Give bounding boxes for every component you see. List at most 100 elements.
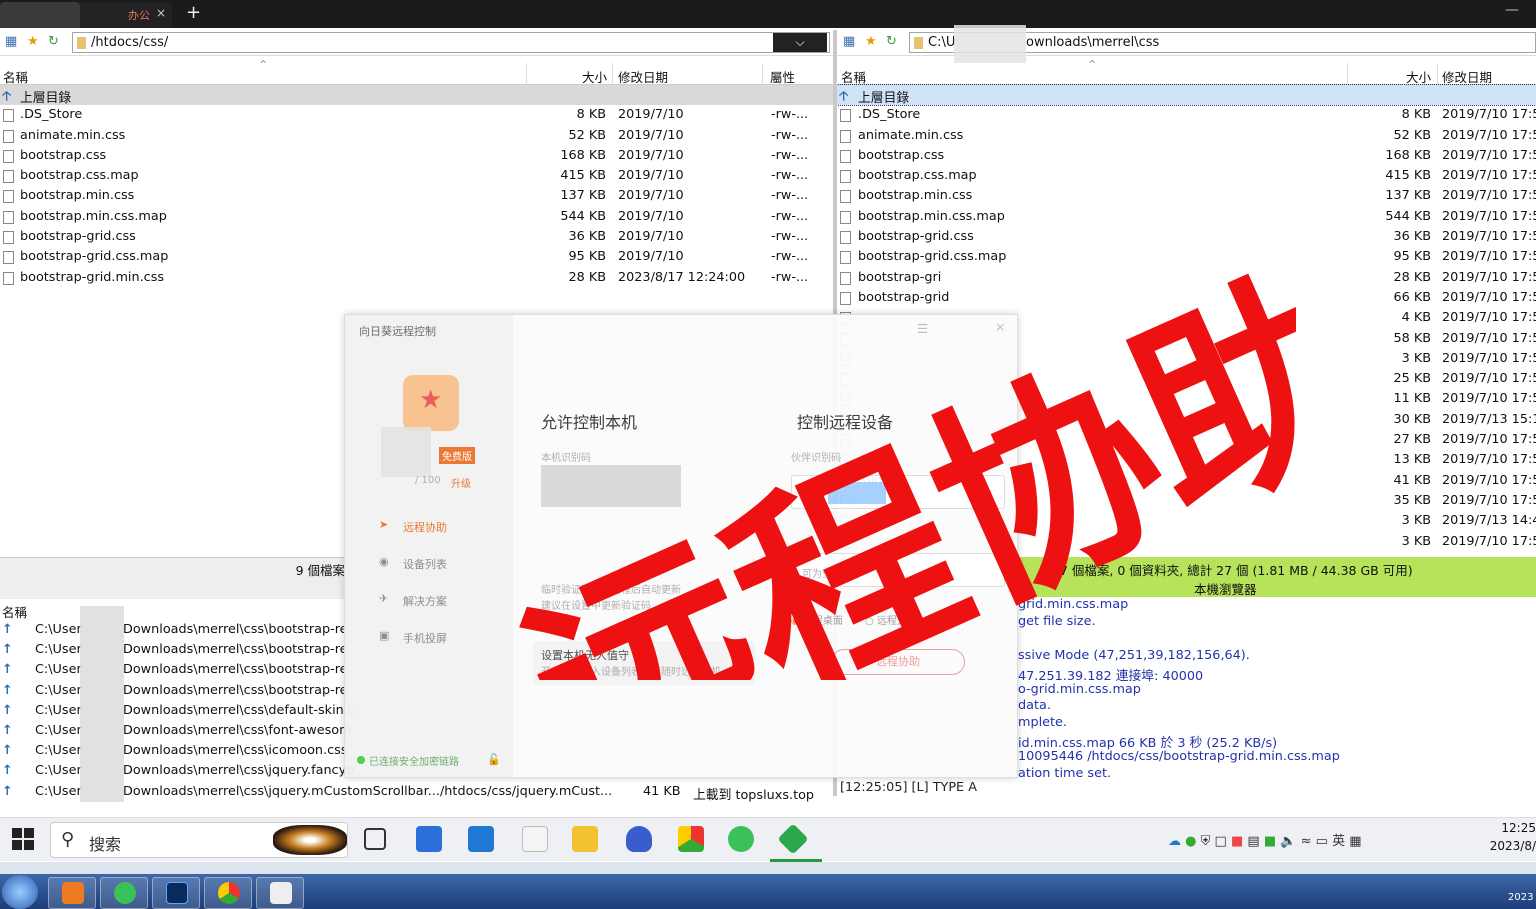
- parent-dir-row[interactable]: 🡡 上層目錄: [0, 85, 833, 106]
- file-row[interactable]: .DS_Store 8 KB 2019/7/10 -rw-...: [0, 105, 833, 125]
- dialog-close-icon[interactable]: ×: [995, 319, 1005, 334]
- file-row-remote[interactable]: bootstrap-gri 28 KB 2019/7/10 17:5: [837, 268, 1536, 288]
- verify-code-input[interactable]: 可为空: [791, 553, 1005, 587]
- left-status-text: 9 個檔案: [295, 563, 345, 578]
- note-2: 建议在设置中更新验证码: [541, 601, 651, 612]
- file-row[interactable]: bootstrap.min.css 137 KB 2019/7/10 -rw-...: [0, 186, 833, 206]
- new-tab-button[interactable]: +: [186, 2, 201, 23]
- system-clock[interactable]: 12:25 2023/8/: [1480, 821, 1536, 853]
- refresh-icon-2[interactable]: ↻: [886, 34, 897, 49]
- nvidia-icon[interactable]: ■: [1264, 834, 1276, 849]
- security-icon[interactable]: ⛨: [1201, 834, 1211, 849]
- file-row[interactable]: bootstrap.min.css.map 544 KB 2019/7/10 -rw-…: [0, 207, 833, 227]
- file-row-remote[interactable]: bootstrap-grid.css 36 KB 2019/7/10 17:5: [837, 227, 1536, 247]
- file-row-remote[interactable]: .DS_Store 8 KB 2019/7/10 17:5: [837, 105, 1536, 125]
- minimize-icon[interactable]: —: [1505, 2, 1519, 18]
- wechat-icon[interactable]: [728, 826, 754, 852]
- col-size[interactable]: 大小: [582, 67, 607, 86]
- volume-icon[interactable]: 🔈: [1280, 834, 1296, 849]
- file-row-remote[interactable]: bootstrap.css.map 415 KB 2019/7/10 17:5: [837, 166, 1536, 186]
- tab-inactive[interactable]: [0, 2, 80, 28]
- radio-remote-desktop[interactable]: ◉ 远程桌面: [791, 612, 843, 627]
- col-attr[interactable]: 屬性: [770, 67, 795, 86]
- keyboard-icon[interactable]: ▦: [1349, 834, 1361, 849]
- taskbar-app-1[interactable]: [48, 877, 96, 909]
- col-date-2[interactable]: 修改日期: [1442, 67, 1492, 86]
- file-row-remote[interactable]: bootstrap.min.css 137 KB 2019/7/10 17:5: [837, 186, 1536, 206]
- filezilla-app-icon[interactable]: [777, 823, 809, 855]
- log-line: get file size.: [1018, 613, 1096, 629]
- printer-icon[interactable]: ▤: [1247, 834, 1259, 849]
- queue-status: 上載到 topsluxs.top: [693, 787, 815, 803]
- col-size-2[interactable]: 大小: [1406, 67, 1431, 86]
- upgrade-link[interactable]: 升级: [451, 475, 471, 490]
- queue-row[interactable]: ↑ C:\User Downloads\merrel\css\jquery.mCus…: [0, 784, 833, 804]
- file-row-remote[interactable]: bootstrap.css 168 KB 2019/7/10 17:5: [837, 146, 1536, 166]
- parent-dir-row-2[interactable]: 🡡 上層目錄: [836, 83, 1536, 107]
- tab-close-icon[interactable]: ×: [156, 6, 166, 20]
- file-date: 2019/7/10: [618, 147, 684, 163]
- file-row-remote[interactable]: bootstrap.min.css.map 544 KB 2019/7/10 17:…: [837, 207, 1536, 227]
- menu-icon[interactable]: ☰: [917, 321, 928, 336]
- favorite-star-icon[interactable]: ★: [27, 34, 39, 49]
- task-view-icon[interactable]: [364, 828, 386, 850]
- chrome-icon[interactable]: [678, 826, 704, 852]
- file-row[interactable]: bootstrap-grid.css.map 95 KB 2019/7/10 -rw-…: [0, 247, 833, 267]
- file-row[interactable]: bootstrap-grid.min.css 28 KB 2023/8/17 12:…: [0, 268, 833, 288]
- taskbar-app-5[interactable]: [256, 877, 304, 909]
- file-row[interactable]: bootstrap-grid.css 36 KB 2019/7/10 -rw-...: [0, 227, 833, 247]
- file-date: 2019/7/10 17:5: [1442, 168, 1536, 184]
- taskbar-app-2[interactable]: [100, 877, 148, 909]
- chevron-down-icon[interactable]: ⌄: [985, 484, 994, 497]
- file-row-remote[interactable]: animate.min.css 52 KB 2019/7/10 17:5: [837, 126, 1536, 146]
- tab-office[interactable]: 办公 ×: [80, 2, 172, 28]
- site-manager-icon-2[interactable]: ▦: [843, 34, 855, 49]
- remote-assist-button[interactable]: 远程协助: [831, 649, 965, 675]
- taskbar-search[interactable]: ⚲ 搜索: [50, 822, 348, 858]
- partner-id-input[interactable]: ⌄: [791, 475, 1005, 509]
- file-row-remote[interactable]: bootstrap-grid.css.map 95 KB 2019/7/10 17:…: [837, 247, 1536, 267]
- file-size: 544 KB: [560, 208, 606, 224]
- ime-indicator[interactable]: 英: [1332, 834, 1345, 849]
- shield-app-icon[interactable]: [626, 826, 652, 852]
- window-icon[interactable]: □: [1215, 834, 1227, 849]
- wifi-icon[interactable]: ≈: [1301, 834, 1312, 849]
- windows-start-icon[interactable]: [12, 828, 34, 850]
- left-file-list: 🡡 上層目錄 .DS_Store 8 KB 2019/7/10 -rw-... anim…: [0, 85, 833, 288]
- col-name-2[interactable]: 名稱: [841, 67, 866, 86]
- file-row-remote[interactable]: bootstrap-grid 66 KB 2019/7/10 17:5: [837, 288, 1536, 308]
- upload-arrow-icon: ↑: [2, 682, 13, 698]
- clock-time: 12:25: [1501, 821, 1536, 835]
- redaction-blur-5: [828, 482, 886, 504]
- file-size: 8 KB: [576, 107, 606, 123]
- secure-connection: 已连接安全加密链路: [357, 753, 459, 768]
- right-path-input[interactable]: C:\U ownloads\merrel\css: [909, 25, 1536, 69]
- col-date[interactable]: 修改日期: [618, 67, 668, 86]
- taskbar-app-4[interactable]: [204, 877, 252, 909]
- start-orb-icon[interactable]: [2, 875, 38, 909]
- col-name[interactable]: 名稱: [3, 67, 28, 86]
- refresh-icon[interactable]: ↻: [48, 34, 59, 49]
- battery-icon[interactable]: ▭: [1316, 834, 1328, 849]
- taskbar-app-3[interactable]: [152, 877, 200, 909]
- path-dropdown-button[interactable]: ⌵: [773, 33, 827, 52]
- radio-remote-file[interactable]: ○ 远程文件: [865, 612, 917, 627]
- tray-app-icon[interactable]: ■: [1231, 834, 1243, 849]
- right-path-suffix: ownloads\merrel\css: [1026, 35, 1160, 50]
- mail-icon[interactable]: [468, 826, 494, 852]
- site-manager-icon[interactable]: ▦: [5, 34, 17, 49]
- onedrive-icon[interactable]: ☁: [1168, 834, 1181, 849]
- queue-source-path: Downloads\merrel\css\default-skin.c: [123, 702, 355, 718]
- file-name: animate.min.css: [20, 127, 126, 143]
- unattended-card[interactable]: 设置本机无人值守 开启后将加入设备列表，可随时远程本机 ›: [533, 641, 755, 685]
- left-path-input[interactable]: /htdocs/css/ ⌵: [72, 32, 830, 53]
- file-date: 2019/7/10: [618, 188, 684, 204]
- file-row[interactable]: animate.min.css 52 KB 2019/7/10 -rw-...: [0, 126, 833, 146]
- file-row[interactable]: bootstrap.css 168 KB 2019/7/10 -rw-...: [0, 146, 833, 166]
- notepad-icon[interactable]: [522, 826, 548, 852]
- file-explorer-icon[interactable]: [572, 826, 598, 852]
- wechat-tray-icon[interactable]: ●: [1185, 834, 1196, 849]
- store-icon[interactable]: [416, 826, 442, 852]
- file-row[interactable]: bootstrap.css.map 415 KB 2019/7/10 -rw-...: [0, 166, 833, 186]
- favorite-star-icon-2[interactable]: ★: [865, 34, 877, 49]
